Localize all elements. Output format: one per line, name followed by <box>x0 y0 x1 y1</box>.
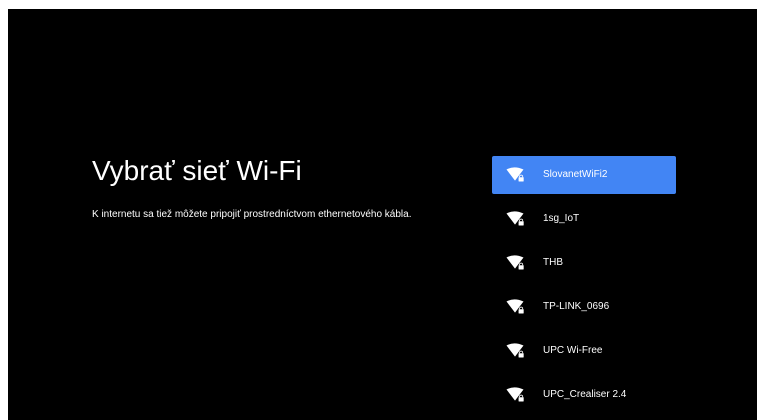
wifi-lock-icon <box>506 299 524 314</box>
wifi-network-item-slovanetwifi2[interactable]: SlovanetWiFi2 <box>492 156 676 194</box>
wifi-lock-icon <box>506 211 524 226</box>
network-name: UPC_Crealiser 2.4 <box>543 389 627 400</box>
page-title: Vybrať sieť Wi-Fi <box>92 155 302 186</box>
wifi-network-item-tp-link-0696[interactable]: TP-LINK_0696 <box>492 288 676 326</box>
wifi-lock-icon <box>506 167 524 182</box>
wifi-network-item-thb[interactable]: THB <box>492 244 676 282</box>
network-name: THB <box>543 257 563 268</box>
wifi-network-list: SlovanetWiFi2 1sg_IoT THB TP-LINK_0696 U… <box>492 156 676 420</box>
ethernet-hint: K internetu sa tiež môžete pripojiť pros… <box>92 209 412 220</box>
network-name: SlovanetWiFi2 <box>543 169 608 180</box>
wifi-lock-icon <box>506 387 524 402</box>
wifi-network-item-1sg-iot[interactable]: 1sg_IoT <box>492 200 676 238</box>
wifi-network-item-upc-wi-free[interactable]: UPC Wi-Free <box>492 332 676 370</box>
wifi-network-item-upc-crealiser-2-4[interactable]: UPC_Crealiser 2.4 <box>492 376 676 414</box>
wifi-lock-icon <box>506 343 524 358</box>
network-name: TP-LINK_0696 <box>543 301 610 312</box>
wifi-lock-icon <box>506 255 524 270</box>
network-name: UPC Wi-Free <box>543 345 603 356</box>
network-name: 1sg_IoT <box>543 213 580 224</box>
wifi-setup-screen: Vybrať sieť Wi-Fi K internetu sa tiež mô… <box>8 9 757 420</box>
